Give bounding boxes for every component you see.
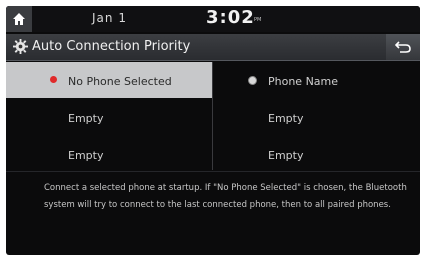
home-button[interactable] [6, 6, 32, 32]
list-item-empty-left-1[interactable]: Empty [68, 112, 103, 125]
radio-icon [248, 76, 257, 85]
back-button[interactable] [386, 34, 420, 60]
list-bottom-divider [6, 171, 420, 172]
gear-icon [13, 39, 28, 54]
status-ampm: PM [254, 17, 262, 23]
list-item-empty-right-2[interactable]: Empty [268, 149, 303, 162]
title-bar: Auto Connection Priority [6, 34, 420, 61]
page-title: Auto Connection Priority [32, 39, 191, 54]
display-screen: Jan 1 3:02 PM Auto Connection Priority N… [6, 6, 420, 255]
description-text: Connect a selected phone at startup. If … [44, 183, 407, 210]
list-item-empty-right-1[interactable]: Empty [268, 112, 303, 125]
list-item-empty-left-2[interactable]: Empty [68, 149, 103, 162]
list-item-phone-name[interactable]: Phone Name [268, 75, 338, 88]
list-item-label: No Phone Selected [68, 75, 172, 88]
list-item-no-phone-selected[interactable]: No Phone Selected [6, 62, 212, 98]
column-divider [212, 62, 213, 170]
status-time: 3:02 [206, 7, 255, 28]
home-icon [13, 13, 25, 25]
selected-indicator-icon [50, 76, 57, 83]
status-bar: Jan 1 3:02 PM [6, 6, 420, 32]
status-date: Jan 1 [92, 11, 127, 25]
back-icon [395, 41, 411, 53]
